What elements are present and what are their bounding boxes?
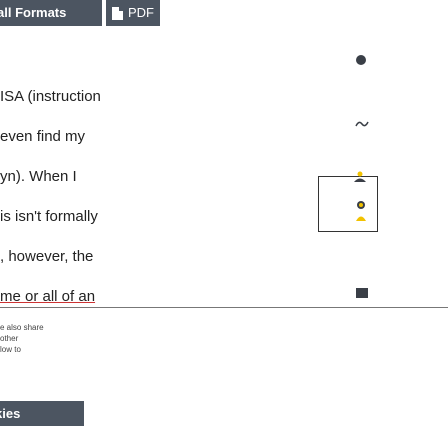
article-line: even find my: [0, 128, 86, 145]
all-formats-button[interactable]: all Formats: [0, 0, 102, 26]
article-line: ISA (instruction: [0, 88, 101, 105]
frame-icon[interactable]: [318, 176, 378, 232]
cookie-notice-line: low to: [0, 345, 21, 354]
person-icon[interactable]: [353, 198, 369, 224]
circle-icon[interactable]: [356, 55, 366, 65]
cookie-notice-line: e also share: [0, 323, 44, 332]
cookie-notice-line: other: [0, 334, 19, 343]
pdf-file-icon: [112, 6, 123, 20]
pdf-button[interactable]: PDF: [106, 0, 160, 26]
cookie-notice-text: e also share other low to: [0, 322, 44, 355]
article-line: is isn't formally: [0, 208, 98, 225]
pdf-label: PDF: [128, 5, 154, 20]
article-line: me or all of an: [0, 288, 96, 305]
section-divider: [0, 307, 448, 308]
toolbar: all Formats PDF: [0, 0, 160, 26]
article-line: , however, the: [0, 248, 94, 265]
cookies-label: kies: [0, 406, 21, 421]
cookies-button[interactable]: kies: [0, 401, 84, 426]
folder-icon[interactable]: [356, 288, 368, 298]
all-formats-label: all Formats: [0, 5, 67, 20]
wave-icon[interactable]: [355, 120, 369, 128]
person-icon[interactable]: [352, 171, 368, 183]
article-line: yn). When I: [0, 168, 77, 185]
